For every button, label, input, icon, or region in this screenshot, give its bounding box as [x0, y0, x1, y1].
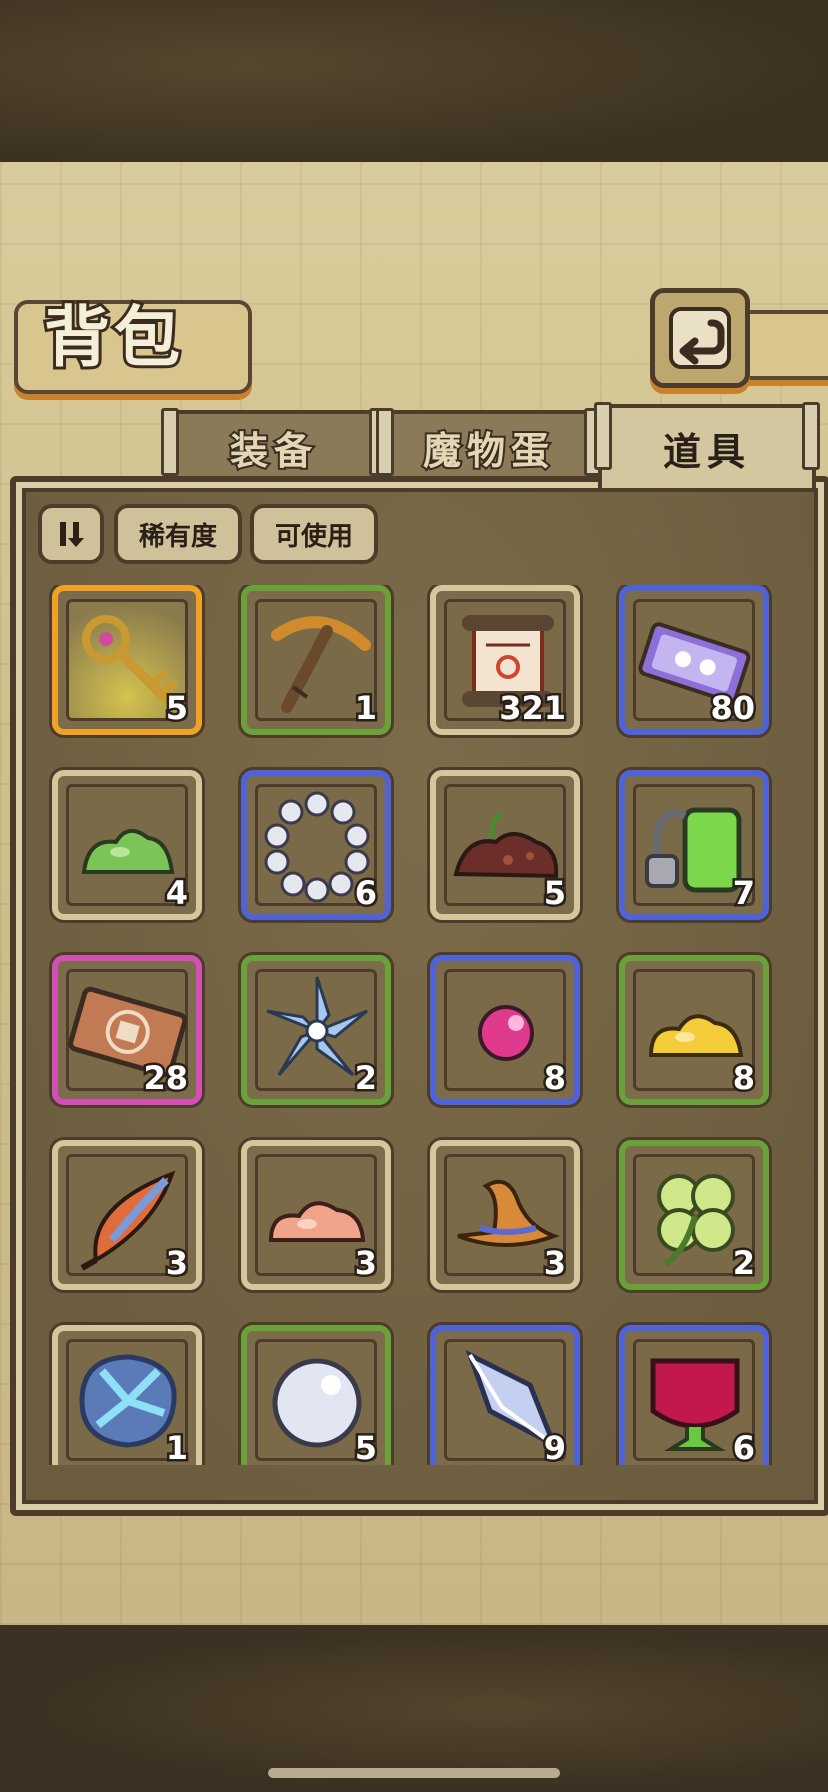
- inventory-slot[interactable]: 5: [430, 770, 580, 920]
- item-count: 1: [163, 1427, 190, 1466]
- item-count: 9: [541, 1427, 568, 1466]
- return-arrow-icon: [669, 307, 731, 369]
- item-count: 321: [497, 687, 569, 730]
- inventory-slot[interactable]: 8: [619, 955, 769, 1105]
- inventory-slot[interactable]: 1: [52, 1325, 202, 1465]
- inventory-slot[interactable]: 9: [430, 1325, 580, 1465]
- inventory-slot[interactable]: 5: [241, 1325, 391, 1465]
- torn-edge-top: [0, 162, 828, 196]
- inventory-slot[interactable]: 4: [52, 770, 202, 920]
- inventory-slot[interactable]: 80: [619, 585, 769, 735]
- torn-edge-bottom: [0, 1591, 828, 1625]
- item-count: 1: [352, 687, 379, 730]
- item-count: 5: [352, 1427, 379, 1466]
- item-count: 6: [352, 872, 379, 915]
- inventory-slot[interactable]: 2: [619, 1140, 769, 1290]
- item-grid: 5 1 321 80 4 6 5 7 28 2 8 8 3 3 3 2 1 5 9 6: [34, 585, 794, 1465]
- inventory-slot[interactable]: 3: [52, 1140, 202, 1290]
- item-count: 5: [163, 687, 190, 730]
- inventory-slot[interactable]: 1: [241, 585, 391, 735]
- tab-monster-eggs-label: 魔物蛋: [421, 427, 555, 475]
- usable-filter-label: 可使用: [274, 521, 353, 552]
- item-count: 4: [163, 872, 190, 915]
- tab-items[interactable]: 道具: [594, 402, 820, 488]
- item-count: 3: [352, 1242, 379, 1285]
- item-count: 2: [352, 1057, 379, 1100]
- inventory-slot[interactable]: 3: [241, 1140, 391, 1290]
- tab-monster-eggs[interactable]: 魔物蛋: [376, 408, 602, 480]
- back-button[interactable]: [650, 288, 750, 388]
- inventory-slot[interactable]: 2: [241, 955, 391, 1105]
- item-count: 3: [163, 1242, 190, 1285]
- tab-items-label: 道具: [662, 429, 751, 474]
- item-count: 2: [730, 1242, 757, 1285]
- inventory-slot[interactable]: 7: [619, 770, 769, 920]
- inventory-slot[interactable]: 3: [430, 1140, 580, 1290]
- item-count: 3: [541, 1242, 568, 1285]
- page-title: 背包: [41, 296, 184, 379]
- bottom-map-band: [0, 1625, 828, 1792]
- sort-toggle-icon: [60, 522, 84, 547]
- inventory-slot[interactable]: 8: [430, 955, 580, 1105]
- tab-equipment[interactable]: 装备: [161, 408, 387, 480]
- item-count: 28: [141, 1057, 190, 1100]
- inventory-slot[interactable]: 28: [52, 955, 202, 1105]
- item-count: 8: [730, 1057, 757, 1100]
- rarity-filter-button[interactable]: 稀有度: [114, 504, 242, 564]
- item-count: 8: [541, 1057, 568, 1100]
- inventory-slot[interactable]: 5: [52, 585, 202, 735]
- item-count: 6: [730, 1427, 757, 1466]
- home-indicator[interactable]: [268, 1768, 560, 1778]
- item-count: 5: [541, 872, 568, 915]
- rarity-filter-label: 稀有度: [138, 521, 217, 552]
- top-map-band: [0, 0, 828, 162]
- item-count: 80: [708, 687, 757, 730]
- inventory-slot[interactable]: 6: [241, 770, 391, 920]
- inventory-slot[interactable]: 6: [619, 1325, 769, 1465]
- usable-filter-button[interactable]: 可使用: [250, 504, 378, 564]
- tab-equipment-label: 装备: [228, 427, 318, 475]
- sort-order-button[interactable]: [38, 504, 104, 564]
- inventory-slot[interactable]: 321: [430, 585, 580, 735]
- item-count: 7: [730, 872, 757, 915]
